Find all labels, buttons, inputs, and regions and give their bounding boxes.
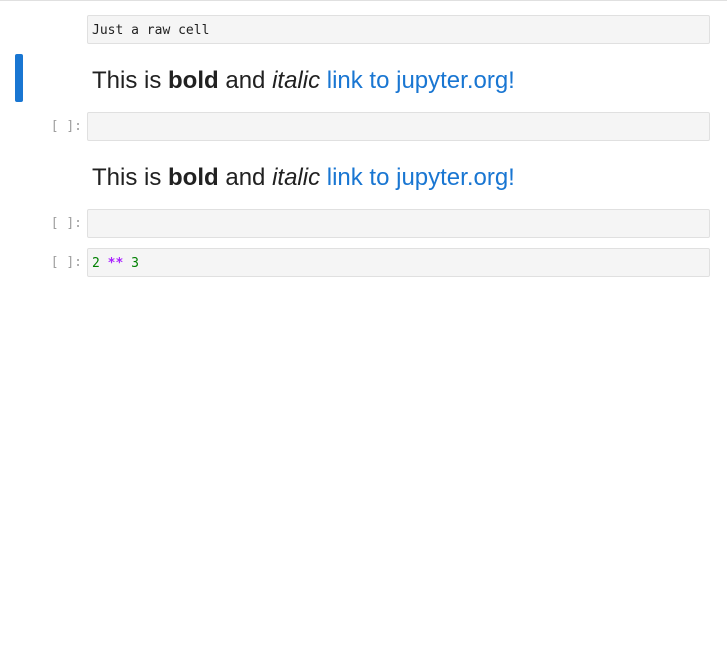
markdown-bold-text: bold bbox=[168, 67, 219, 94]
operator-token: ** bbox=[107, 256, 124, 271]
markdown-cell-2[interactable]: This is bold and italic link to jupyter.… bbox=[92, 163, 515, 193]
markdown-cell-1[interactable]: This is bold and italic link to jupyter.… bbox=[92, 66, 515, 96]
raw-cell-text: Just a raw cell bbox=[92, 23, 210, 38]
raw-cell-editor[interactable]: Just a raw cell bbox=[87, 15, 710, 44]
markdown-text-middle: and bbox=[218, 67, 273, 94]
code-cell-3-prompt: [ ]: bbox=[50, 255, 82, 270]
code-cell-2-editor[interactable] bbox=[87, 209, 710, 238]
number-token: 3 bbox=[131, 256, 139, 271]
code-cell-1-prompt: [ ]: bbox=[50, 119, 82, 134]
markdown-text-middle: and bbox=[218, 164, 273, 191]
number-token: 2 bbox=[92, 256, 100, 271]
jupyter-link[interactable]: link to jupyter.org! bbox=[327, 164, 515, 191]
notebook-panel: Just a raw cell This is bold and italic … bbox=[0, 0, 727, 650]
markdown-text-prefix: This is bbox=[92, 164, 169, 191]
markdown-text-prefix: This is bbox=[92, 67, 169, 94]
markdown-text-space bbox=[320, 164, 327, 191]
markdown-italic-text: italic bbox=[272, 164, 321, 191]
markdown-bold-text: bold bbox=[168, 164, 219, 191]
jupyter-link[interactable]: link to jupyter.org! bbox=[327, 67, 515, 94]
active-cell-indicator bbox=[15, 54, 23, 102]
markdown-text-space bbox=[320, 67, 327, 94]
markdown-italic-text: italic bbox=[272, 67, 321, 94]
code-cell-3-editor[interactable]: 2 ** 3 bbox=[87, 248, 710, 277]
code-cell-2-prompt: [ ]: bbox=[50, 216, 82, 231]
code-cell-3-text: 2 ** 3 bbox=[92, 255, 139, 272]
code-cell-1-editor[interactable] bbox=[87, 112, 710, 141]
